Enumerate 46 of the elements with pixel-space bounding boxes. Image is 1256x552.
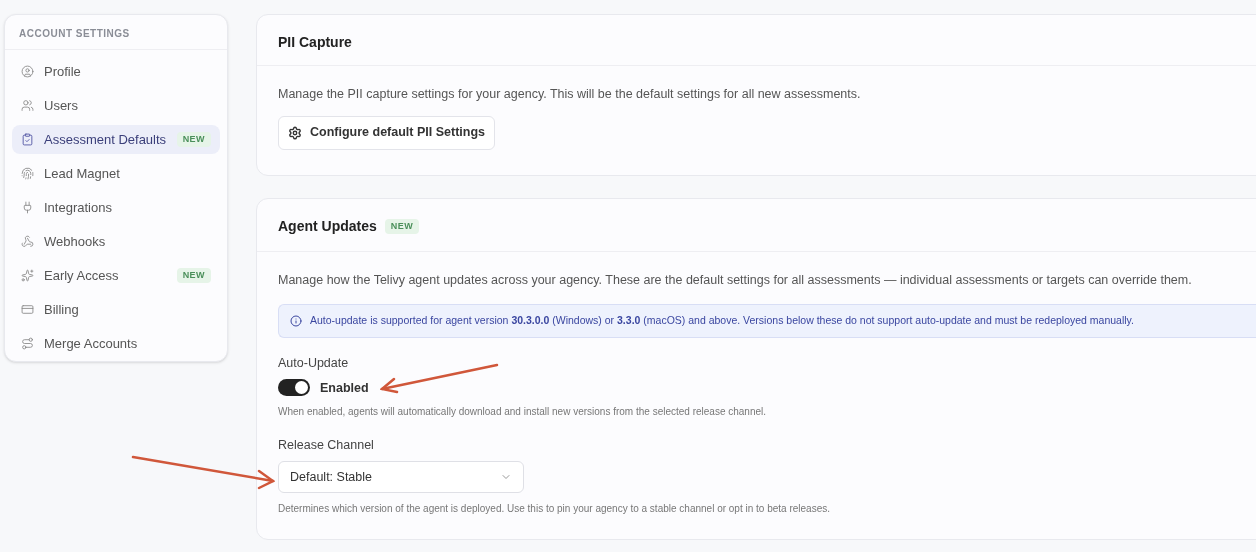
user-circle-icon: [21, 65, 34, 78]
sidebar-item[interactable]: Merge Accounts: [12, 329, 220, 358]
sidebar-item[interactable]: Integrations: [12, 193, 220, 222]
release-channel-select[interactable]: Default: Stable: [278, 461, 524, 493]
toggle-switch[interactable]: [278, 379, 310, 397]
configure-pii-button[interactable]: Configure default PII Settings: [278, 115, 495, 150]
sidebar-item[interactable]: Early Access NEW: [12, 261, 220, 290]
new-badge: NEW: [384, 218, 420, 235]
card-description: Manage how the Telivy agent updates across your agency. These are the default settings for all assessments — individual assessments or targets can override them.: [277, 272, 1193, 289]
field-label: Release Channel: [278, 437, 375, 455]
card-icon: [21, 303, 34, 316]
card-description: Manage the PII capture settings for your agency. This will be the default settings for all new assessments.: [277, 86, 862, 103]
users-icon: [21, 99, 34, 112]
help-text: When enabled, agents will automatically download and install new versions from the selected release channel.: [278, 405, 768, 420]
field-label: Auto-Update: [278, 354, 350, 372]
sidebar-item-label: Webhooks: [44, 232, 107, 251]
card-title: PII Capture: [257, 15, 1256, 66]
sparkles-icon: [21, 269, 34, 282]
info-text: Auto-update is supported for agent version 30.3.0.0 (Windows) or 3.3.0 (macOS) and above. Versions below these do not support auto-update and must be redeployed manually.: [310, 312, 1134, 328]
toggle-label: Enabled: [320, 379, 369, 397]
sidebar-item[interactable]: Profile: [12, 57, 220, 86]
info-icon: [290, 314, 302, 327]
card-title: Agent Updates: [278, 217, 377, 236]
sidebar-item-label: Merge Accounts: [44, 334, 139, 353]
sidebar-item[interactable]: Users: [12, 91, 220, 120]
webhook-icon: [21, 235, 34, 248]
clipboard-check-icon: [21, 133, 34, 146]
sidebar-item-label: Lead Magnet: [44, 164, 121, 183]
sidebar-item-label: Early Access: [44, 266, 120, 285]
sidebar-item-label: Profile: [44, 62, 82, 81]
fingerprint-icon: [21, 167, 34, 180]
sidebar-item-label: Billing: [44, 300, 80, 319]
sidebar-item[interactable]: Billing: [12, 295, 220, 324]
new-badge: NEW: [176, 267, 211, 284]
sidebar-heading: ACCOUNT SETTINGS: [5, 15, 227, 50]
help-text: Determines which version of the agent is deployed. Use this to pin your agency to a stable channel or opt in to beta releases.: [278, 502, 831, 516]
plug-icon: [21, 201, 34, 214]
sidebar-item-label: Users: [44, 96, 79, 115]
sidebar-item[interactable]: Lead Magnet: [12, 159, 220, 188]
sidebar-item[interactable]: Webhooks: [12, 227, 220, 256]
sidebar-item-label: Integrations: [44, 198, 113, 217]
new-badge: NEW: [176, 131, 211, 148]
sidebar-item-label: Assessment Defaults: [44, 130, 167, 149]
route-icon: [21, 337, 34, 350]
settings-icon: [288, 125, 302, 140]
sidebar-item[interactable]: Assessment Defaults NEW: [12, 125, 220, 154]
